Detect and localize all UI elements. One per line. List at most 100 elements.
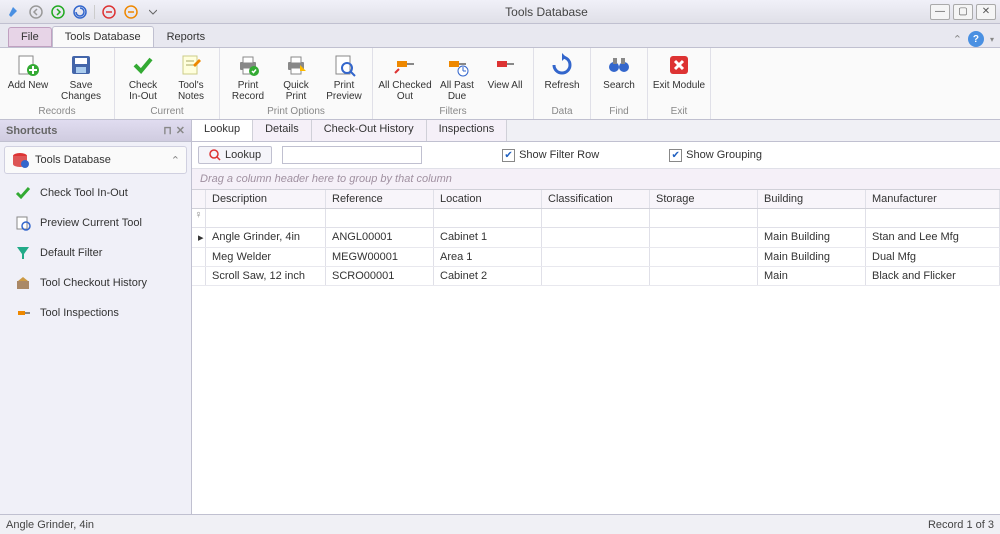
col-building[interactable]: Building <box>758 190 866 208</box>
print-record-button[interactable]: Print Record <box>224 50 272 105</box>
quick-print-icon <box>283 52 309 78</box>
shortcuts-group-header[interactable]: Tools Database ⌃ <box>4 146 187 174</box>
view-all-button[interactable]: View All <box>481 50 529 105</box>
cell-description: Angle Grinder, 4in <box>206 228 326 247</box>
filter-reference[interactable] <box>326 209 434 227</box>
filter-row: ♀ <box>192 209 1000 228</box>
sidebar-item-filter[interactable]: Default Filter <box>4 238 187 268</box>
sidebar-item-label: Tool Checkout History <box>40 277 147 289</box>
printer-icon <box>235 52 261 78</box>
ribbon-group-records: Add New Save Changes Records <box>0 48 115 119</box>
qat-forward-icon[interactable] <box>48 2 68 22</box>
sidebar-item-inspections[interactable]: Tool Inspections <box>4 298 187 328</box>
qat-warning-icon[interactable] <box>121 2 141 22</box>
tab-lookup[interactable]: Lookup <box>192 120 253 141</box>
table-row[interactable]: Meg Welder MEGW00001 Area 1 Main Buildin… <box>192 248 1000 267</box>
cell-building: Main Building <box>758 248 866 266</box>
ribbon-group-data: Refresh Data <box>534 48 591 119</box>
col-manufacturer[interactable]: Manufacturer <box>866 190 1000 208</box>
sidebar-item-check-tool[interactable]: Check Tool In-Out <box>4 178 187 208</box>
checkbox-label: Show Filter Row <box>519 149 599 161</box>
sidebar-item-label: Default Filter <box>40 247 102 259</box>
filter-description[interactable] <box>206 209 326 227</box>
filter-manufacturer[interactable] <box>866 209 1000 227</box>
tab-tools-database[interactable]: Tools Database <box>52 26 154 47</box>
minimize-button[interactable]: — <box>930 4 950 20</box>
show-filter-row-checkbox[interactable]: ✔ Show Filter Row <box>502 149 599 162</box>
row-marker <box>192 267 206 285</box>
filter-location[interactable] <box>434 209 542 227</box>
drill-due-icon <box>444 52 470 78</box>
qat-separator <box>94 5 95 19</box>
save-icon <box>68 52 94 78</box>
lookup-button-label: Lookup <box>225 149 261 161</box>
show-grouping-checkbox[interactable]: ✔ Show Grouping <box>669 149 762 162</box>
tools-notes-button[interactable]: Tool's Notes <box>167 50 215 105</box>
check-tool-icon <box>14 184 32 202</box>
lookup-button[interactable]: Lookup <box>198 146 272 164</box>
pin-icon[interactable]: ⊓ <box>163 124 172 137</box>
qat-dropdown-icon[interactable] <box>143 2 163 22</box>
binoculars-icon <box>606 52 632 78</box>
group-by-row[interactable]: Drag a column header here to group by th… <box>192 169 1000 189</box>
cell-location: Cabinet 1 <box>434 228 542 247</box>
preview-tool-icon <box>14 214 32 232</box>
help-icon[interactable]: ? <box>968 31 984 47</box>
cell-description: Scroll Saw, 12 inch <box>206 267 326 285</box>
cell-description: Meg Welder <box>206 248 326 266</box>
sidebar-item-history[interactable]: Tool Checkout History <box>4 268 187 298</box>
close-button[interactable]: ✕ <box>976 4 996 20</box>
cell-building: Main Building <box>758 228 866 247</box>
refresh-button[interactable]: Refresh <box>538 50 586 105</box>
funnel-icon <box>14 244 32 262</box>
shortcuts-title: Shortcuts <box>6 125 57 137</box>
cell-classification <box>542 228 650 247</box>
add-new-button[interactable]: Add New <box>4 50 52 105</box>
lookup-icon <box>209 149 221 161</box>
cell-building: Main <box>758 267 866 285</box>
table-row[interactable]: ▸ Angle Grinder, 4in ANGL00001 Cabinet 1… <box>192 228 1000 248</box>
col-reference[interactable]: Reference <box>326 190 434 208</box>
cell-manufacturer: Dual Mfg <box>866 248 1000 266</box>
col-location[interactable]: Location <box>434 190 542 208</box>
tab-inspections[interactable]: Inspections <box>427 120 508 141</box>
check-in-out-button[interactable]: Check In-Out <box>119 50 167 105</box>
col-classification[interactable]: Classification <box>542 190 650 208</box>
checkbox-icon: ✔ <box>669 149 682 162</box>
ribbon-group-exit: Exit Module Exit <box>648 48 711 119</box>
refresh-icon <box>549 52 575 78</box>
all-past-due-button[interactable]: All Past Due <box>433 50 481 105</box>
quick-print-button[interactable]: Quick Print <box>272 50 320 105</box>
exit-module-button[interactable]: Exit Module <box>652 50 706 105</box>
cell-storage <box>650 228 758 247</box>
qat-refresh-icon[interactable] <box>70 2 90 22</box>
ribbon-group-print: Print Record Quick Print Print Preview P… <box>220 48 373 119</box>
tab-details[interactable]: Details <box>253 120 312 141</box>
maximize-button[interactable]: ▢ <box>953 4 973 20</box>
help-dropdown-icon[interactable]: ▾ <box>990 35 994 44</box>
ribbon-collapse-icon[interactable]: ⌃ <box>953 33 962 46</box>
cell-classification <box>542 267 650 285</box>
col-description[interactable]: Description <box>206 190 326 208</box>
shortcuts-group-label: Tools Database <box>35 154 111 166</box>
qat-back-icon[interactable] <box>26 2 46 22</box>
row-selector-header <box>192 190 206 208</box>
close-panel-icon[interactable]: ✕ <box>176 124 185 137</box>
filter-building[interactable] <box>758 209 866 227</box>
sidebar-item-preview[interactable]: Preview Current Tool <box>4 208 187 238</box>
tab-checkout-history[interactable]: Check-Out History <box>312 120 427 141</box>
file-tab[interactable]: File <box>8 27 52 47</box>
filter-storage[interactable] <box>650 209 758 227</box>
table-row[interactable]: Scroll Saw, 12 inch SCRO00001 Cabinet 2 … <box>192 267 1000 286</box>
col-storage[interactable]: Storage <box>650 190 758 208</box>
all-checked-out-button[interactable]: All Checked Out <box>377 50 433 105</box>
app-icon[interactable] <box>4 2 24 22</box>
row-marker-current: ▸ <box>192 228 206 247</box>
filter-classification[interactable] <box>542 209 650 227</box>
print-preview-button[interactable]: Print Preview <box>320 50 368 105</box>
search-button[interactable]: Search <box>595 50 643 105</box>
lookup-input[interactable] <box>282 146 422 164</box>
qat-stop-icon[interactable] <box>99 2 119 22</box>
save-changes-button[interactable]: Save Changes <box>52 50 110 105</box>
tab-reports[interactable]: Reports <box>154 26 219 47</box>
